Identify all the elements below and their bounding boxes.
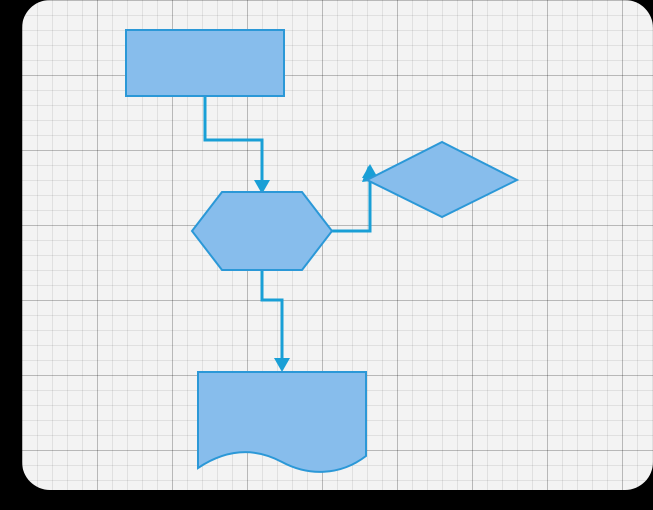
edge-n2-n3-arrowhead (332, 164, 378, 231)
node-process[interactable] (126, 30, 284, 96)
edge-n1-n2[interactable] (205, 96, 270, 194)
node-document[interactable] (198, 372, 366, 472)
diagram-canvas[interactable] (22, 0, 653, 490)
node-decision[interactable] (367, 142, 517, 217)
flowchart-svg (22, 0, 653, 490)
node-preparation[interactable] (192, 192, 332, 270)
edge-n2-n4[interactable] (262, 270, 290, 372)
